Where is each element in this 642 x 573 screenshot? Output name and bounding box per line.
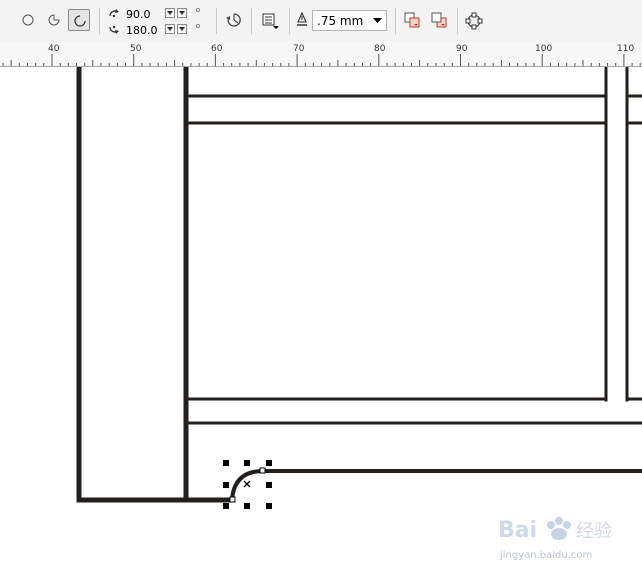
- end-angle-icon: [109, 25, 119, 34]
- triangle-down-icon: [167, 27, 173, 31]
- send-to-back-icon: [431, 12, 447, 28]
- to-front-button[interactable]: [403, 11, 423, 31]
- bring-to-front-icon: [404, 12, 420, 28]
- end-angle-value[interactable]: 180.0: [126, 24, 158, 37]
- triangle-down-icon: [167, 11, 173, 15]
- watermark-url: jingyan.baidu.com: [500, 550, 593, 561]
- separator: [99, 8, 100, 34]
- ruler-label-70: 70: [293, 44, 305, 54]
- wrap-paragraph-button[interactable]: [259, 10, 281, 32]
- chevron-down-icon: [373, 18, 382, 23]
- drawing: [76, 67, 642, 509]
- end-angle-spin-down[interactable]: [165, 24, 175, 34]
- pie-button[interactable]: [43, 9, 65, 31]
- svg-text:经验: 经验: [576, 521, 612, 542]
- outline-pen-icon: [296, 11, 308, 28]
- drawing-canvas[interactable]: Bai 经验 jingyan.baidu.com: [0, 67, 642, 573]
- arc-node-bottom[interactable]: [229, 496, 236, 503]
- arc-node-top[interactable]: [259, 467, 266, 474]
- handle-bottom-left[interactable]: [223, 503, 229, 509]
- center-x-icon: [243, 480, 251, 488]
- separator: [251, 8, 252, 34]
- small-circle-icon: [196, 8, 200, 12]
- to-back-button[interactable]: [430, 11, 450, 31]
- property-bar: 90.0 180.0 .75 mm: [0, 0, 642, 42]
- start-angle-icon: [109, 9, 119, 18]
- ellipse-icon: [22, 14, 34, 26]
- end-angle-spin-dropdown[interactable]: [177, 24, 187, 34]
- wrap-text-icon: [262, 13, 279, 29]
- separator: [289, 8, 290, 34]
- separator: [457, 8, 458, 34]
- start-angle-spin-down[interactable]: [165, 8, 175, 18]
- ruler-label-40: 40: [48, 44, 60, 54]
- small-circle-icon: [196, 24, 200, 28]
- ellipse-button[interactable]: [17, 9, 39, 31]
- ruler-label-50: 50: [130, 44, 142, 54]
- clockwise-arc-icon: [226, 13, 241, 27]
- baidu-logo: Bai 经验: [498, 517, 612, 543]
- start-angle-value[interactable]: 90.0: [126, 8, 151, 21]
- handle-top-center[interactable]: [244, 460, 250, 466]
- ruler-label-110: 110: [617, 44, 635, 54]
- baidu-watermark: Bai 经验 jingyan.baidu.com: [498, 509, 628, 561]
- arc-button[interactable]: [68, 9, 90, 31]
- separator: [216, 8, 217, 34]
- convert-to-curves-button[interactable]: [463, 10, 485, 32]
- arc-icon: [74, 15, 86, 27]
- handle-middle-right[interactable]: [266, 482, 272, 488]
- outline-width-select[interactable]: .75 mm: [312, 10, 387, 31]
- selected-arc[interactable]: [229, 468, 266, 503]
- ruler-label-60: 60: [211, 44, 223, 54]
- triangle-down-icon: [179, 27, 185, 31]
- handle-top-left[interactable]: [223, 460, 229, 466]
- horizontal-ruler[interactable]: 40 50 60 70 80 90 100 110: [0, 41, 642, 67]
- ruler-label-100: 100: [535, 44, 553, 54]
- pie-icon: [48, 14, 60, 26]
- ruler-label-90: 90: [456, 44, 468, 54]
- separator: [395, 8, 396, 34]
- change-direction-button[interactable]: [224, 10, 244, 30]
- baidu-logo-text: Bai: [498, 518, 537, 543]
- handle-bottom-center[interactable]: [244, 503, 250, 509]
- handle-middle-left[interactable]: [223, 482, 229, 488]
- outline-width-value: .75 mm: [317, 14, 364, 28]
- handle-top-right[interactable]: [266, 460, 272, 466]
- handle-bottom-right[interactable]: [266, 503, 272, 509]
- triangle-down-icon: [179, 11, 185, 15]
- convert-to-curve-icon: [465, 12, 483, 30]
- start-angle-spin-dropdown[interactable]: [177, 8, 187, 18]
- ruler-label-80: 80: [374, 44, 386, 54]
